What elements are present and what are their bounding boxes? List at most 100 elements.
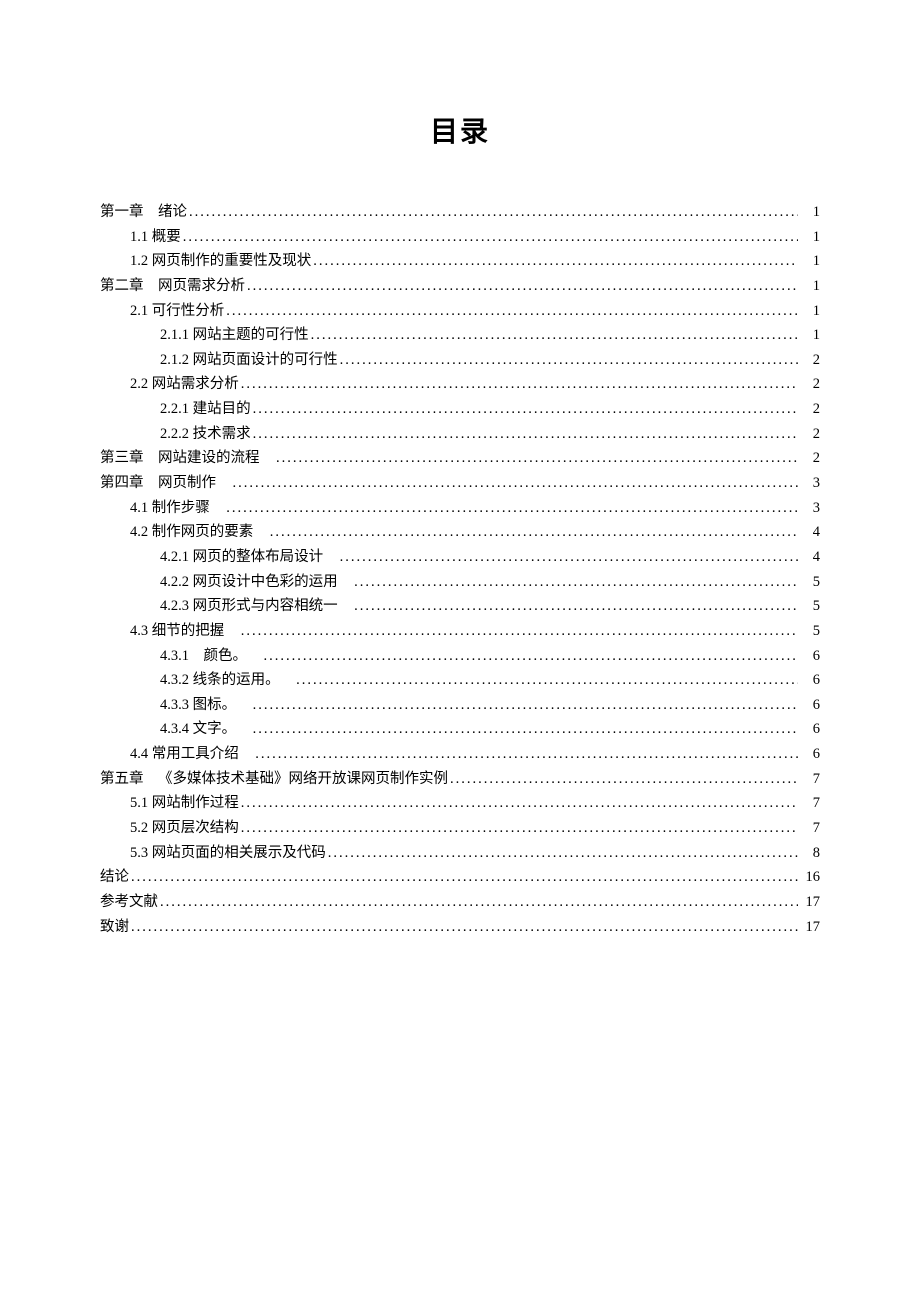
toc-entry: 4.4 常用工具介绍 6 — [100, 742, 820, 767]
toc-page-number: 7 — [800, 791, 820, 816]
toc-leader-dots — [241, 791, 798, 816]
toc-label: 第一章 绪论 — [100, 200, 187, 225]
toc-leader-dots — [189, 200, 798, 225]
toc-page-number: 8 — [800, 841, 820, 866]
toc-label: 4.3.4 文字。 — [160, 717, 251, 742]
toc-page-number: 5 — [800, 594, 820, 619]
page-title: 目录 — [100, 110, 820, 150]
toc-leader-dots — [313, 249, 798, 274]
toc-page-number: 2 — [800, 422, 820, 447]
toc-leader-dots — [264, 644, 799, 669]
toc-label: 第五章 《多媒体技术基础》网络开放课网页制作实例 — [100, 767, 448, 792]
toc-label: 2.2.1 建站目的 — [160, 397, 251, 422]
toc-entry: 4.2.3 网页形式与内容相统一 5 — [100, 594, 820, 619]
toc-entry: 参考文献 17 — [100, 890, 820, 915]
toc-label: 致谢 — [100, 915, 129, 940]
toc-page-number: 5 — [800, 570, 820, 595]
toc-label: 4.2 制作网页的要素 — [130, 520, 268, 545]
toc-leader-dots — [255, 742, 798, 767]
toc-leader-dots — [226, 496, 798, 521]
toc-leader-dots — [328, 841, 798, 866]
toc-leader-dots — [183, 225, 798, 250]
toc-label: 2.1.2 网站页面设计的可行性 — [160, 348, 338, 373]
toc-page-number: 3 — [800, 496, 820, 521]
toc-entry: 2.2.2 技术需求 2 — [100, 422, 820, 447]
toc-label: 5.2 网页层次结构 — [130, 816, 239, 841]
toc-entry: 4.3.2 线条的运用。 6 — [100, 668, 820, 693]
toc-leader-dots — [354, 570, 798, 595]
toc-entry: 2.2.1 建站目的 2 — [100, 397, 820, 422]
toc-leader-dots — [270, 520, 798, 545]
toc-page-number: 6 — [800, 668, 820, 693]
toc-page-number: 2 — [800, 446, 820, 471]
toc-leader-dots — [253, 422, 798, 447]
toc-entry: 2.2 网站需求分析 2 — [100, 372, 820, 397]
toc-leader-dots — [160, 890, 798, 915]
toc-leader-dots — [354, 594, 798, 619]
toc-label: 4.1 制作步骤 — [130, 496, 224, 521]
toc-label: 5.3 网站页面的相关展示及代码 — [130, 841, 326, 866]
toc-label: 4.3 细节的把握 — [130, 619, 239, 644]
toc-entry: 第四章 网页制作 3 — [100, 471, 820, 496]
toc-leader-dots — [226, 299, 798, 324]
toc-page-number: 3 — [800, 471, 820, 496]
toc-page-number: 2 — [800, 348, 820, 373]
toc-entry: 第五章 《多媒体技术基础》网络开放课网页制作实例 7 — [100, 767, 820, 792]
toc-entry: 5.1 网站制作过程 7 — [100, 791, 820, 816]
toc-page-number: 1 — [800, 200, 820, 225]
toc-leader-dots — [241, 619, 798, 644]
toc-page-number: 5 — [800, 619, 820, 644]
toc-label: 4.2.1 网页的整体布局设计 — [160, 545, 338, 570]
toc-entry: 第二章 网页需求分析 1 — [100, 274, 820, 299]
toc-entry: 第一章 绪论 1 — [100, 200, 820, 225]
toc-page-number: 1 — [800, 249, 820, 274]
toc-label: 1.2 网页制作的重要性及现状 — [130, 249, 311, 274]
toc-entry: 5.3 网站页面的相关展示及代码 8 — [100, 841, 820, 866]
toc-entry: 1.1 概要 1 — [100, 225, 820, 250]
toc-leader-dots — [253, 717, 798, 742]
toc-page-number: 4 — [800, 545, 820, 570]
toc-entry: 4.3 细节的把握 5 — [100, 619, 820, 644]
toc-entry: 1.2 网页制作的重要性及现状 1 — [100, 249, 820, 274]
toc-page-number: 6 — [800, 644, 820, 669]
toc-page-number: 17 — [800, 915, 820, 940]
toc-entry: 第三章 网站建设的流程 2 — [100, 446, 820, 471]
toc-entry: 4.2.1 网页的整体布局设计 4 — [100, 545, 820, 570]
toc-label: 2.1.1 网站主题的可行性 — [160, 323, 309, 348]
toc-leader-dots — [276, 446, 798, 471]
toc-label: 第四章 网页制作 — [100, 471, 231, 496]
toc-label: 4.3.2 线条的运用。 — [160, 668, 294, 693]
toc-leader-dots — [450, 767, 798, 792]
toc-label: 4.4 常用工具介绍 — [130, 742, 253, 767]
toc-label: 4.2.2 网页设计中色彩的运用 — [160, 570, 352, 595]
toc-entry: 2.1.2 网站页面设计的可行性 2 — [100, 348, 820, 373]
toc-leader-dots — [241, 816, 798, 841]
toc-page-number: 6 — [800, 742, 820, 767]
toc-page-number: 16 — [800, 865, 820, 890]
toc-entry: 4.3.1 颜色。 6 — [100, 644, 820, 669]
toc-page-number: 2 — [800, 372, 820, 397]
toc-entry: 2.1 可行性分析 1 — [100, 299, 820, 324]
toc-leader-dots — [131, 865, 798, 890]
toc-leader-dots — [340, 545, 798, 570]
toc-page-number: 4 — [800, 520, 820, 545]
toc-leader-dots — [233, 471, 799, 496]
toc-label: 4.2.3 网页形式与内容相统一 — [160, 594, 352, 619]
toc-page-number: 1 — [800, 299, 820, 324]
toc-label: 2.1 可行性分析 — [130, 299, 224, 324]
toc-label: 4.3.1 颜色。 — [160, 644, 262, 669]
toc-entry: 4.2 制作网页的要素 4 — [100, 520, 820, 545]
toc-leader-dots — [296, 668, 798, 693]
toc-leader-dots — [247, 274, 798, 299]
toc-leader-dots — [253, 693, 798, 718]
toc-label: 2.2 网站需求分析 — [130, 372, 239, 397]
toc-label: 2.2.2 技术需求 — [160, 422, 251, 447]
toc-label: 第二章 网页需求分析 — [100, 274, 245, 299]
toc-label: 第三章 网站建设的流程 — [100, 446, 274, 471]
toc-entry: 4.2.2 网页设计中色彩的运用 5 — [100, 570, 820, 595]
toc-label: 5.1 网站制作过程 — [130, 791, 239, 816]
toc-entry: 致谢 17 — [100, 915, 820, 940]
toc-leader-dots — [311, 323, 798, 348]
toc-entry: 4.1 制作步骤 3 — [100, 496, 820, 521]
toc-label: 4.3.3 图标。 — [160, 693, 251, 718]
